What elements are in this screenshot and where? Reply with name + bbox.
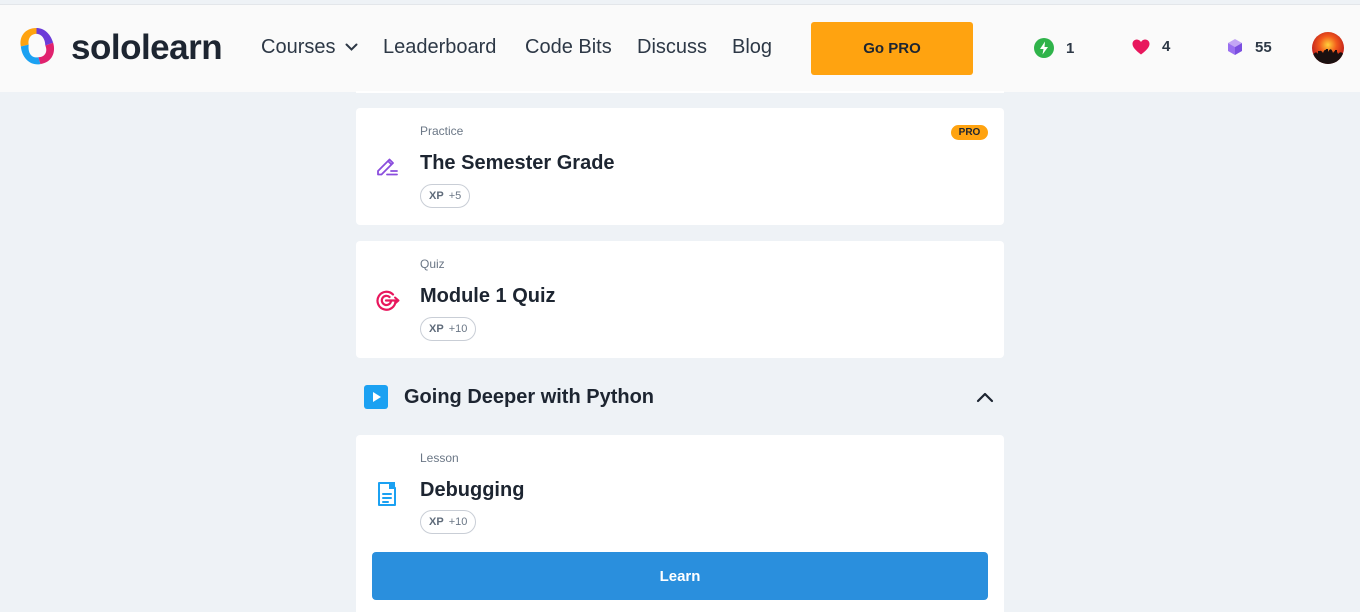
- sololearn-logo-icon: [20, 27, 55, 65]
- pencil-icon: [375, 153, 399, 182]
- xp-value: +10: [448, 323, 468, 335]
- nav-courses[interactable]: Courses: [261, 37, 358, 57]
- avatar-image: [1312, 32, 1344, 64]
- xp-label: XP: [429, 516, 444, 528]
- nav-blog[interactable]: Blog: [732, 37, 772, 57]
- xp-badge: XP +5: [420, 184, 471, 208]
- logo-text: sololearn: [71, 28, 223, 67]
- card-title[interactable]: Module 1 Quiz: [420, 286, 556, 306]
- chevron-down-icon: [345, 43, 358, 51]
- xp-label: XP: [429, 190, 444, 202]
- xp-badge: XP +10: [420, 317, 477, 341]
- streak-counter[interactable]: 1: [1034, 38, 1074, 58]
- sololearn-logo[interactable]: sololearn: [15, 25, 223, 70]
- streak-count: 1: [1066, 39, 1075, 57]
- document-icon: [375, 480, 399, 513]
- nav-discuss[interactable]: Discuss: [637, 37, 707, 57]
- nav-leaderboard[interactable]: Leaderboard: [383, 37, 496, 57]
- nav-code-bits[interactable]: Code Bits: [525, 37, 612, 57]
- card-kind: Practice: [420, 124, 464, 138]
- xp-badge: XP +10: [420, 510, 477, 534]
- previous-card-edge: [356, 91, 1004, 93]
- card-kind: Lesson: [420, 451, 459, 465]
- card-kind: Quiz: [420, 257, 445, 271]
- lightning-icon: [1034, 38, 1054, 58]
- xp-value: +5: [448, 190, 462, 202]
- practice-card[interactable]: Practice The Semester Grade XP +5 PRO: [356, 108, 1004, 225]
- pro-badge: PRO: [951, 125, 988, 140]
- hearts-count: 4: [1162, 38, 1171, 55]
- xp-label: XP: [429, 323, 444, 335]
- module-title: Going Deeper with Python: [404, 386, 655, 408]
- module-header[interactable]: Going Deeper with Python: [356, 376, 1004, 418]
- hearts-counter[interactable]: 4: [1132, 38, 1170, 55]
- target-icon: [375, 288, 401, 317]
- learn-button[interactable]: Learn: [372, 552, 988, 600]
- bits-cube-icon: [1228, 39, 1242, 55]
- bits-counter[interactable]: 55: [1227, 38, 1272, 56]
- chevron-up-icon[interactable]: [976, 390, 994, 408]
- lesson-card[interactable]: Lesson Debugging XP +10 Learn: [356, 435, 1004, 612]
- card-title[interactable]: Debugging: [420, 480, 524, 500]
- play-icon: [364, 385, 388, 414]
- bits-count: 55: [1255, 38, 1272, 56]
- xp-value: +10: [448, 516, 468, 528]
- nav-courses-label: Courses: [261, 36, 336, 58]
- heart-icon: [1132, 39, 1150, 54]
- user-avatar[interactable]: [1312, 32, 1344, 64]
- card-title[interactable]: The Semester Grade: [420, 153, 615, 173]
- quiz-card[interactable]: Quiz Module 1 Quiz XP +10: [356, 241, 1004, 358]
- top-navigation: sololearn Courses Leaderboard Code Bits …: [0, 4, 1360, 92]
- go-pro-button[interactable]: Go PRO: [811, 22, 973, 75]
